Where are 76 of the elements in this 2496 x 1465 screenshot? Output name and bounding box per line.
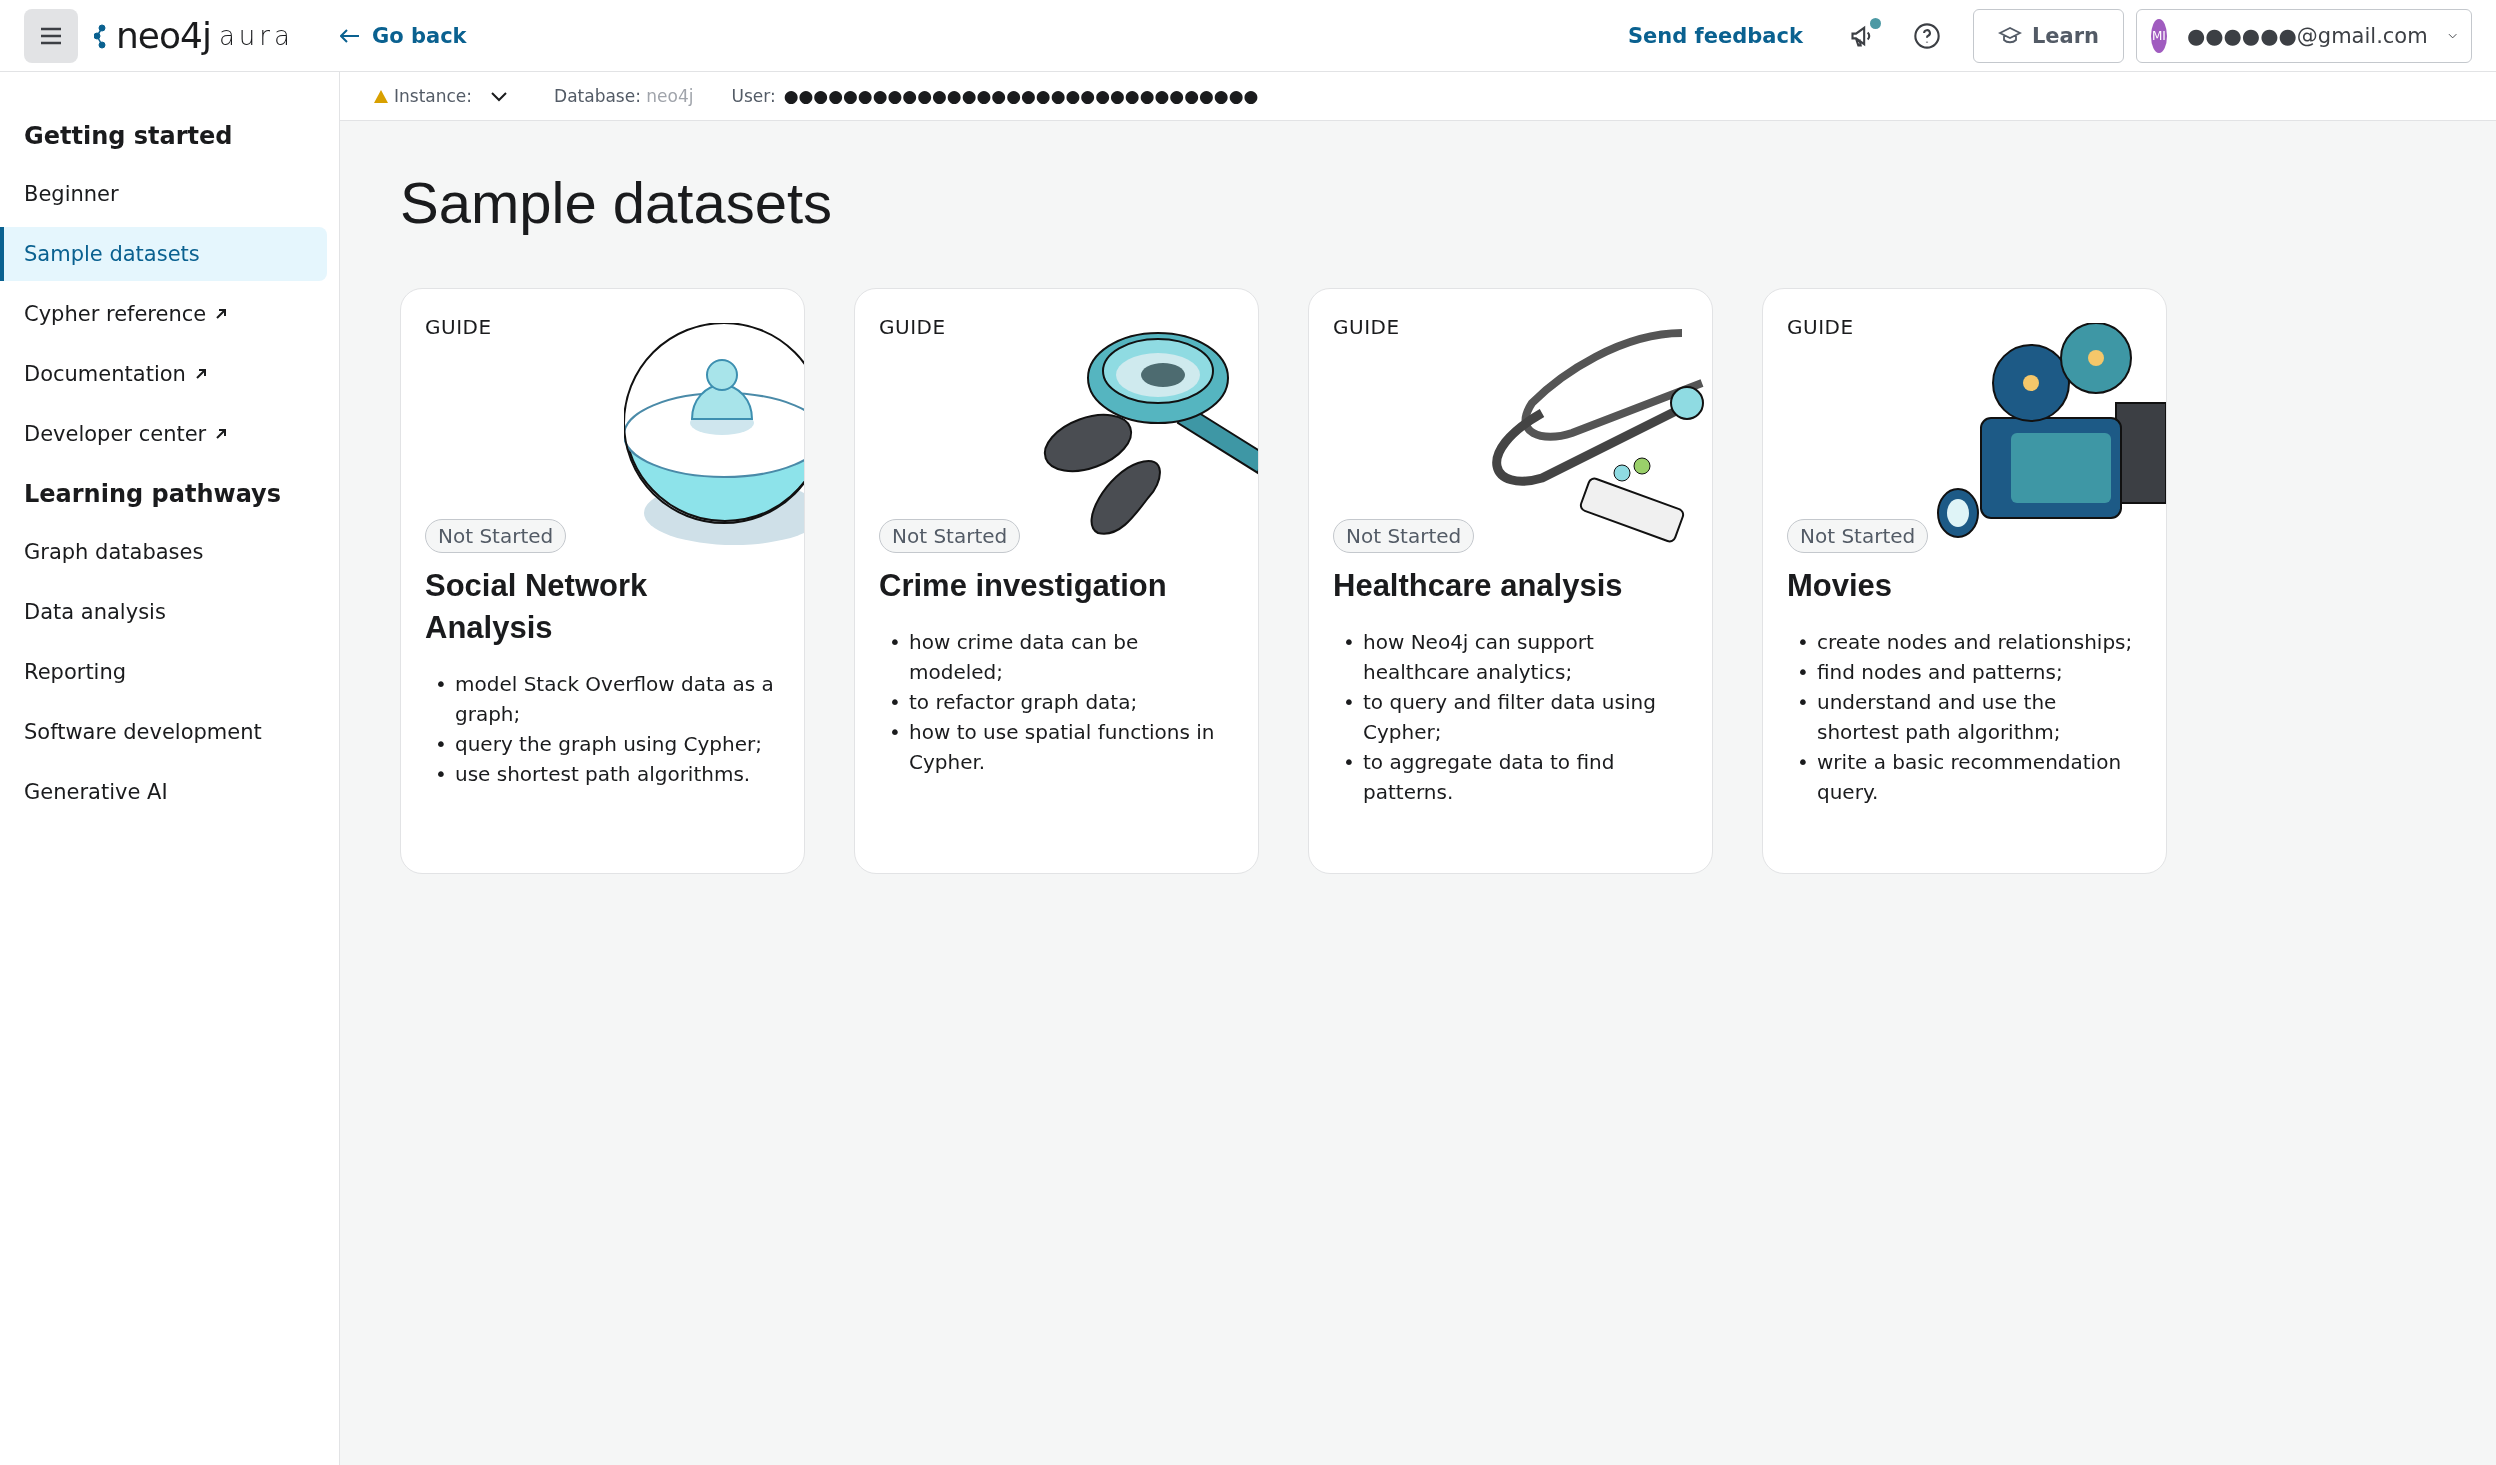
account-menu[interactable]: MI ●●●●●●@gmail.com: [2136, 8, 2472, 63]
sidebar-heading: Learning pathways: [23, 480, 283, 508]
logo-icon: [94, 22, 108, 49]
card-bullet: to aggregate data to find patterns.: [1363, 749, 1616, 806]
card-bullet: how crime data can be modeled;: [909, 629, 1140, 686]
bullet-marker: •: [1797, 629, 1807, 656]
card-title: Crime investigation: [879, 567, 1168, 605]
guide-card[interactable]: GUIDE Not Started Healthcare analysis • how Neo4j can support healthcare analytics; • to query and filter data using Cypher; • to aggregate data to find patterns.: [1308, 288, 1713, 874]
card-bullet: how Neo4j can support healthcare analytics;: [1363, 629, 1595, 686]
card-bullet: write a basic recommendation query.: [1817, 749, 2123, 806]
sidebar-item[interactable]: Data analysis: [0, 585, 327, 639]
chevron-down-icon[interactable]: [490, 90, 509, 102]
instance-label: Instance:: [394, 86, 473, 106]
bullet-marker: •: [435, 671, 445, 698]
bullet-marker: •: [889, 629, 899, 656]
user-avatar: MI: [2151, 18, 2167, 53]
bullet-marker: •: [1797, 689, 1807, 716]
bullet-marker: •: [435, 731, 445, 758]
card-bullet: query the graph using Cypher;: [455, 731, 763, 758]
sidebar-item[interactable]: Software development: [0, 705, 327, 759]
card-bullet: to refactor graph data;: [909, 689, 1139, 716]
bullet-marker: •: [1797, 659, 1807, 686]
card-bullet: create nodes and relationships;: [1817, 629, 2134, 656]
card-title: Healthcare analysis: [1333, 567, 1624, 605]
guide-card[interactable]: GUIDE Not Started Movies • create nodes and relationships; • find nodes and patterns; • understand and use the shortest path algorithm; • write a basic recommendation query.: [1762, 288, 2167, 874]
guide-card[interactable]: GUIDE Not Started Crime investigation • how crime data can be modeled; • to refactor graph data; • how to use spatial functions in Cypher.: [854, 288, 1259, 874]
status-badge: Not Started: [1333, 519, 1475, 553]
sidebar-item[interactable]: Cypher reference: [0, 287, 327, 341]
bullet-marker: •: [889, 689, 899, 716]
bullet-marker: •: [1797, 749, 1807, 776]
card-tag: GUIDE: [1333, 315, 1688, 339]
logo-product: aura: [218, 20, 294, 51]
learn-button[interactable]: Learn: [1972, 8, 2124, 63]
menu-icon: [39, 25, 63, 46]
sidebar-heading: Getting started: [23, 122, 234, 150]
sidebar-item[interactable]: Reporting: [0, 645, 327, 699]
menu-button[interactable]: [24, 8, 78, 63]
sidebar-item[interactable]: Developer center: [0, 407, 327, 461]
help-icon: [1912, 21, 1941, 50]
graduation-cap-icon: [1997, 25, 2022, 46]
card-bullet: model Stack Overflow data as a graph;: [455, 671, 775, 728]
bullet-marker: •: [1343, 629, 1353, 656]
user-value: ●●●●●●●●●●●●●●●●●●●●●●●●●●●●●●●●: [783, 86, 1259, 106]
card-bullet: to query and filter data using Cypher;: [1363, 689, 1657, 746]
card-tag: GUIDE: [425, 315, 780, 339]
sidebar-item[interactable]: Beginner: [0, 167, 327, 221]
status-badge: Not Started: [1787, 519, 1929, 553]
arrow-left-icon: [339, 28, 360, 43]
bullet-marker: •: [1343, 689, 1353, 716]
card-tag: GUIDE: [879, 315, 1234, 339]
page-title: Sample datasets: [400, 169, 834, 236]
status-badge: Not Started: [425, 519, 567, 553]
database-info: Database: neo4j: [554, 86, 694, 106]
card-bullet: use shortest path algorithms.: [455, 761, 752, 788]
card-title: Movies: [1787, 567, 1894, 605]
external-link-icon: [214, 307, 229, 321]
status-badge: Not Started: [879, 519, 1021, 553]
card-bullet: understand and use the shortest path algorithm;: [1817, 689, 2062, 746]
guide-card[interactable]: GUIDE Not Started Social Network Analysis • model Stack Overflow data as a graph; • query the graph using Cypher; • use shortest path algorithms.: [400, 288, 805, 874]
logo-brand: neo4j: [116, 15, 211, 56]
go-back-link[interactable]: Go back: [339, 23, 467, 48]
user-label: User:: [731, 86, 776, 106]
bullet-marker: •: [1343, 749, 1353, 776]
card-tag: GUIDE: [1787, 315, 2142, 339]
bullet-marker: •: [435, 761, 445, 788]
external-link-icon: [214, 427, 229, 441]
bullet-marker: •: [889, 719, 899, 746]
card-title: Social Network Analysis: [425, 567, 649, 647]
card-bullet: how to use spatial functions in Cypher.: [909, 719, 1216, 776]
account-email: ●●●●●●@gmail.com: [2186, 23, 2428, 48]
sidebar-item[interactable]: Graph databases: [0, 525, 327, 579]
send-feedback-link[interactable]: Send feedback: [1627, 23, 1803, 48]
sidebar-item[interactable]: Documentation: [0, 347, 327, 401]
sidebar-item[interactable]: Generative AI: [0, 765, 327, 819]
sidebar-item[interactable]: Sample datasets: [0, 227, 327, 281]
card-bullet: find nodes and patterns;: [1817, 659, 2064, 686]
